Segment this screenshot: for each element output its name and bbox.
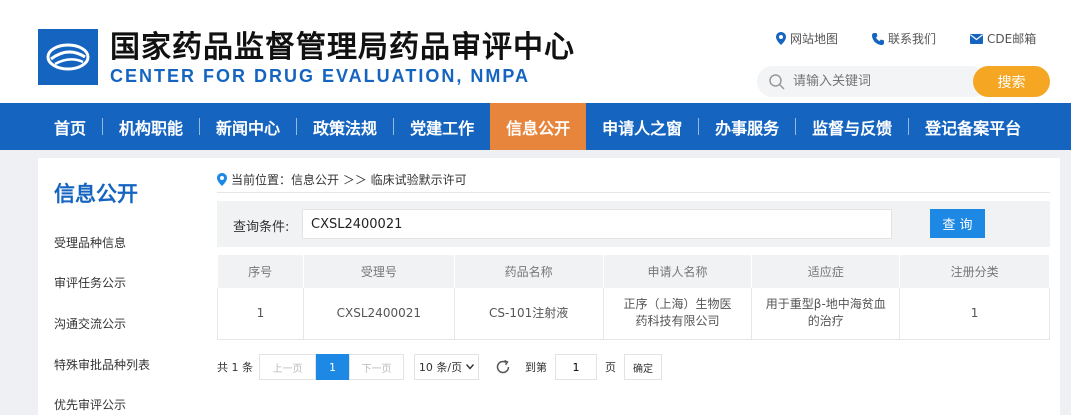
site-title-en: CENTER FOR DRUG EVALUATION, NMPA xyxy=(110,66,530,86)
cell-drug-name: CS-101注射液 xyxy=(454,288,604,340)
contact-link[interactable]: 联系我们 xyxy=(872,30,936,47)
nav-supervision[interactable]: 监督与反馈 xyxy=(796,103,908,150)
cde-mail-link[interactable]: CDE邮箱 xyxy=(970,30,1036,47)
page-size-value: 10 条/页 xyxy=(418,361,463,374)
nav-news[interactable]: 新闻中心 xyxy=(200,103,296,150)
query-input[interactable] xyxy=(302,209,892,239)
goto-label: 到第 xyxy=(525,361,547,374)
col-header-acceptance-no: 受理号 xyxy=(303,255,455,288)
main-nav: 首页 机构职能 新闻中心 政策法规 党建工作 信息公开 申请人之窗 办事服务 监… xyxy=(0,103,1071,150)
col-header-registration-class: 注册分类 xyxy=(899,255,1050,288)
table-header-row: 序号 受理号 药品名称 申请人名称 适应症 注册分类 xyxy=(217,255,1050,288)
nav-info-disclosure[interactable]: 信息公开 xyxy=(490,103,587,150)
pager-total: 共 1 条 xyxy=(217,361,253,374)
location-pin-icon xyxy=(776,32,786,45)
sitemap-label: 网站地图 xyxy=(790,32,839,46)
location-pin-icon xyxy=(217,173,227,186)
cde-mail-label: CDE邮箱 xyxy=(987,32,1037,46)
sidebar-item-accepted[interactable]: 受理品种信息 xyxy=(54,234,126,251)
cell-applicant: 正序（上海）生物医药科技有限公司 xyxy=(603,288,753,340)
goto-page-input[interactable] xyxy=(555,354,597,380)
cell-indication: 用于重型β-地中海贫血的治疗 xyxy=(751,288,901,340)
col-header-drug-name: 药品名称 xyxy=(454,255,604,288)
mail-icon xyxy=(970,33,984,44)
phone-icon xyxy=(872,32,885,45)
breadcrumb-text: 当前位置：信息公开 ＞＞ 临床试验默示许可 xyxy=(231,173,467,187)
search-icon xyxy=(769,73,785,90)
chevron-down-icon xyxy=(466,364,475,370)
nav-home[interactable]: 首页 xyxy=(38,103,102,150)
nav-policies[interactable]: 政策法规 xyxy=(297,103,393,150)
next-page-button[interactable]: 下一页 xyxy=(349,354,404,380)
nav-services[interactable]: 办事服务 xyxy=(699,103,795,150)
sidebar: 信息公开 受理品种信息 审评任务公示 沟通交流公示 特殊审批品种列表 优先审评公… xyxy=(38,158,200,418)
page-size-select[interactable]: 10 条/页 xyxy=(414,354,479,380)
col-header-index: 序号 xyxy=(217,255,304,288)
current-page-button[interactable]: 1 xyxy=(316,354,349,380)
sidebar-item-communication[interactable]: 沟通交流公示 xyxy=(54,315,126,332)
content-panel: 当前位置：信息公开 ＞＞ 临床试验默示许可 查询条件: 查 询 序号 受理号 药… xyxy=(200,158,1060,418)
col-header-indication: 适应症 xyxy=(751,255,901,288)
cell-registration-class: 1 xyxy=(899,288,1050,340)
sidebar-item-review-tasks[interactable]: 审评任务公示 xyxy=(54,274,126,291)
site-header: 国家药品监督管理局药品审评中心 CENTER FOR DRUG EVALUATI… xyxy=(0,0,1071,103)
refresh-icon[interactable] xyxy=(495,359,511,375)
cell-indication-text: 用于重型β-地中海贫血的治疗 xyxy=(765,297,886,329)
query-button[interactable]: 查 询 xyxy=(930,209,985,238)
cell-index: 1 xyxy=(217,288,304,340)
cell-applicant-text: 正序（上海）生物医药科技有限公司 xyxy=(623,297,732,329)
sidebar-item-priority-review[interactable]: 优先审评公示 xyxy=(54,396,126,413)
main-area: 信息公开 受理品种信息 审评任务公示 沟通交流公示 特殊审批品种列表 优先审评公… xyxy=(0,150,1071,418)
page-unit-label: 页 xyxy=(605,361,616,374)
top-links: 网站地图 联系我们 CDE邮箱 xyxy=(776,30,1036,47)
pagination: 共 1 条 上一页 1 下一页 10 条/页 到第 页 确定 xyxy=(217,354,662,380)
cell-acceptance-no: CXSL2400021 xyxy=(303,288,455,340)
cde-logo[interactable] xyxy=(38,29,98,85)
nav-functions[interactable]: 机构职能 xyxy=(103,103,199,150)
nav-applicant[interactable]: 申请人之窗 xyxy=(586,103,698,150)
results-table: 序号 受理号 药品名称 申请人名称 适应症 注册分类 1 CXSL2400021… xyxy=(217,255,1050,340)
goto-confirm-button[interactable]: 确定 xyxy=(624,354,662,380)
sitemap-link[interactable]: 网站地图 xyxy=(776,30,838,47)
search-button[interactable]: 搜索 xyxy=(973,66,1050,97)
sidebar-title: 信息公开 xyxy=(54,182,138,206)
contact-label: 联系我们 xyxy=(888,32,937,46)
nav-party[interactable]: 党建工作 xyxy=(394,103,490,150)
nav-registration[interactable]: 登记备案平台 xyxy=(909,103,1037,150)
site-title-cn: 国家药品监督管理局药品审评中心 xyxy=(110,30,575,65)
breadcrumb: 当前位置：信息公开 ＞＞ 临床试验默示许可 xyxy=(217,171,467,188)
search-box xyxy=(757,66,987,97)
query-label: 查询条件: xyxy=(233,220,290,235)
search-input[interactable] xyxy=(793,74,953,89)
col-header-applicant: 申请人名称 xyxy=(603,255,753,288)
divider xyxy=(217,192,1050,193)
sidebar-item-special-approval[interactable]: 特殊审批品种列表 xyxy=(54,356,150,373)
query-bar: 查询条件: 查 询 xyxy=(217,201,1050,247)
prev-page-button[interactable]: 上一页 xyxy=(259,354,316,380)
table-row[interactable]: 1 CXSL2400021 CS-101注射液 正序（上海）生物医药科技有限公司… xyxy=(217,288,1050,340)
